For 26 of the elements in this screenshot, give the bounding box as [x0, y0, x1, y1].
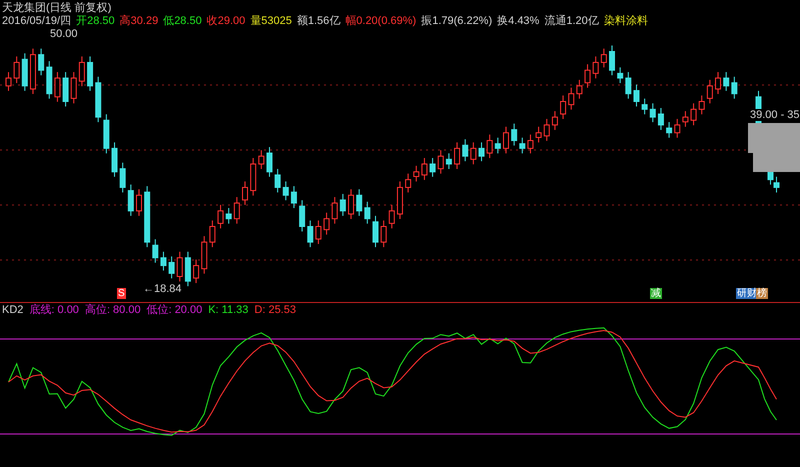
signal-marker: 榜 — [756, 288, 768, 299]
signal-marker: 减 — [650, 288, 662, 299]
quote-field: 染料涂料 — [604, 15, 648, 28]
quote-field: 幅0.20(0.69%) — [345, 15, 416, 28]
signal-marker: S — [117, 288, 126, 299]
chart-period: (日线 前复权) — [46, 2, 112, 15]
quote-date: 2016/05/19/四 — [2, 15, 72, 28]
stock-name: 天龙集团 — [2, 2, 46, 15]
quote-field: 低28.50 — [163, 15, 202, 28]
indicator-param: 低位: 20.00 — [146, 304, 202, 317]
indicator-param: D: 25.53 — [254, 304, 296, 317]
quote-field: 流通1.20亿 — [544, 15, 599, 28]
quote-field: 收29.00 — [206, 15, 246, 28]
indicator-name: KD2 — [2, 304, 24, 317]
quote-field: 换4.43% — [497, 15, 540, 28]
indicator-param: 高位: 80.00 — [84, 304, 141, 317]
indicator-param: 底线: 0.00 — [29, 304, 79, 317]
quote-field: 额1.56亿 — [296, 15, 340, 28]
quote-field: 振1.79(6.22%) — [421, 15, 492, 28]
quote-field: 开28.50 — [76, 15, 115, 28]
quote-field: 高30.29 — [120, 15, 158, 28]
indicator-param: K: 11.33 — [208, 304, 248, 317]
price-range-label: 39.00 - 35 — [750, 109, 800, 121]
low-price-label: ←18.84 — [143, 283, 182, 295]
quote-field: 量53025 — [250, 15, 292, 28]
high-price-label: 50.00 — [50, 28, 78, 40]
